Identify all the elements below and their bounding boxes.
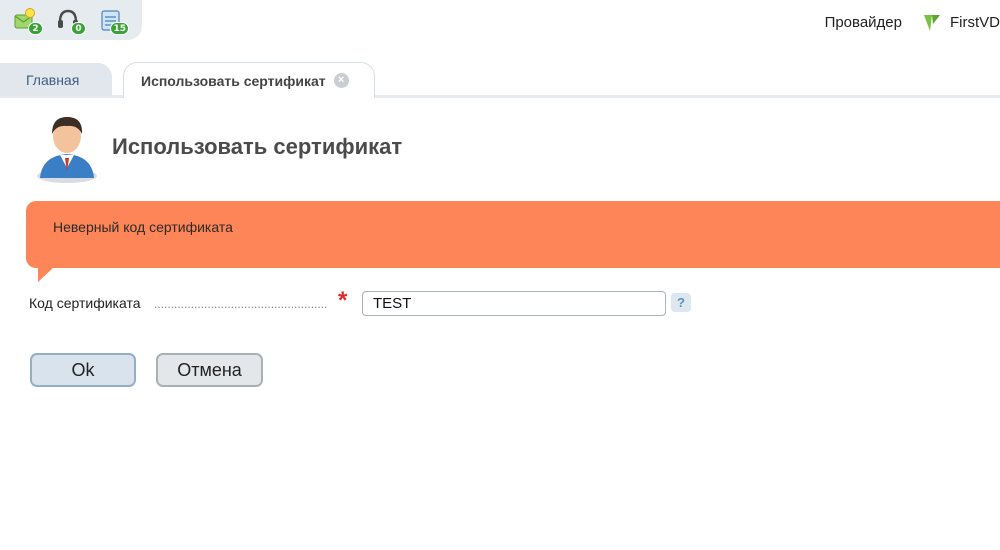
tab-bar: Главная Использовать сертификат × [0, 60, 1000, 98]
certificate-code-input[interactable] [362, 291, 666, 316]
help-icon[interactable]: ? [671, 293, 691, 312]
cancel-button[interactable]: Отмена [156, 353, 263, 387]
brand-logo-icon [924, 15, 940, 31]
tab-home-label: Главная [26, 71, 80, 88]
notifications-icon[interactable]: 2 [12, 7, 43, 35]
top-toolbar: 2 0 15 [0, 0, 142, 40]
brand-label: FirstVD [950, 13, 1000, 31]
ok-button[interactable]: Ok [30, 353, 136, 387]
tab-use-certificate[interactable]: Использовать сертификат × [123, 62, 375, 98]
support-badge: 0 [71, 22, 86, 35]
required-mark: * [338, 287, 348, 314]
error-banner-tail [38, 267, 54, 282]
brand-link[interactable]: FirstVD [922, 12, 1000, 32]
certificate-code-label: Код сертификата [29, 295, 141, 311]
notifications-badge: 2 [28, 22, 43, 35]
page-title: Использовать сертификат [112, 134, 403, 159]
top-right-menu: Провайдер FirstVD [825, 12, 1000, 32]
tasks-icon[interactable]: 15 [98, 7, 129, 35]
close-icon[interactable]: × [333, 73, 349, 88]
error-banner: Неверный код сертификата [26, 201, 1000, 282]
label-leader-dots: ........................................… [154, 297, 327, 311]
tab-active-label: Использовать сертификат [141, 72, 326, 89]
support-icon[interactable]: 0 [55, 7, 86, 35]
tab-home[interactable]: Главная [0, 63, 112, 96]
provider-link[interactable]: Провайдер [825, 14, 902, 31]
user-avatar [34, 112, 100, 184]
tasks-badge: 15 [110, 22, 129, 35]
error-message: Неверный код сертификата [53, 219, 233, 235]
